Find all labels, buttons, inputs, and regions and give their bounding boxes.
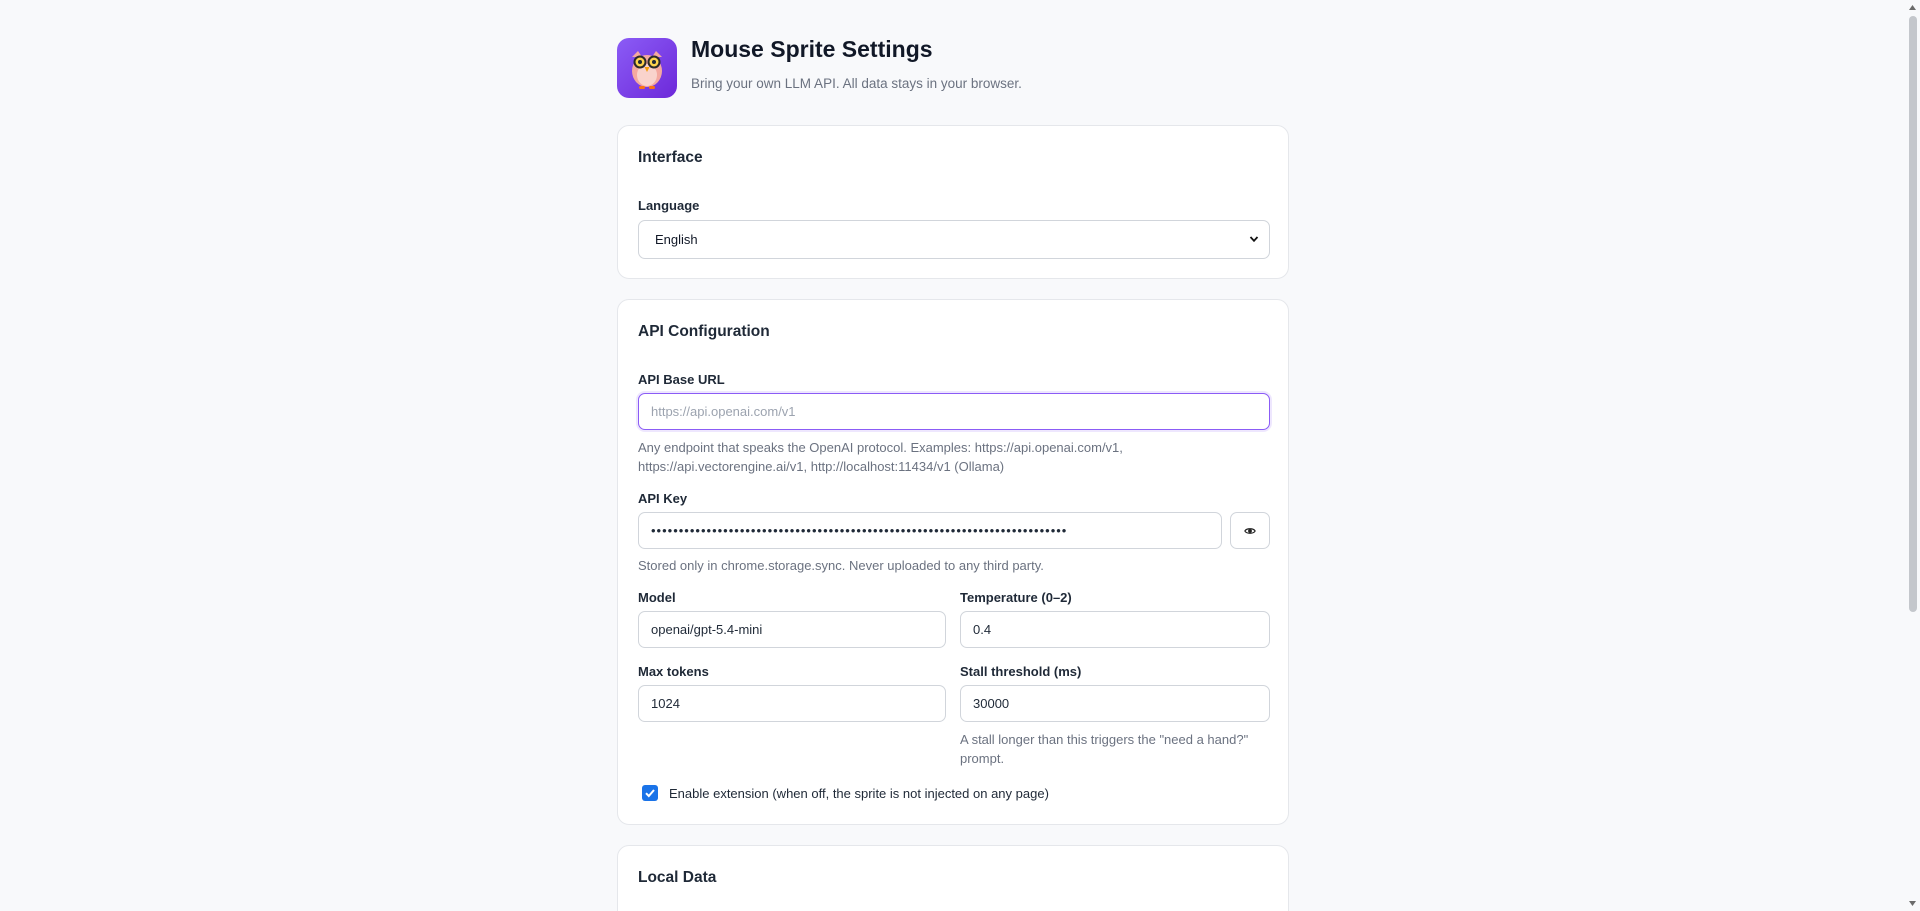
toggle-key-visibility-button[interactable] bbox=[1230, 512, 1270, 549]
stall-threshold-input[interactable] bbox=[960, 685, 1270, 722]
temperature-label: Temperature (0–2) bbox=[960, 590, 1072, 605]
page-title: Mouse Sprite Settings bbox=[691, 36, 933, 62]
scrollbar-thumb[interactable] bbox=[1909, 16, 1917, 612]
api-config-card: API Configuration API Base URL Any endpo… bbox=[617, 299, 1289, 825]
api-key-help: Stored only in chrome.storage.sync. Neve… bbox=[638, 558, 1044, 573]
scroll-down-arrow-icon[interactable] bbox=[1908, 899, 1917, 908]
page-subtitle: Bring your own LLM API. All data stays i… bbox=[691, 76, 1022, 91]
model-input[interactable] bbox=[638, 611, 946, 648]
page-scrollbar[interactable] bbox=[1905, 0, 1920, 911]
interface-card: Interface Language English bbox=[617, 125, 1289, 279]
base-url-help-line-2: https://api.vectorengine.ai/v1, http://l… bbox=[638, 459, 1005, 474]
stall-threshold-label: Stall threshold (ms) bbox=[960, 664, 1082, 679]
base-url-input[interactable] bbox=[638, 393, 1270, 430]
scroll-up-arrow-icon[interactable] bbox=[1908, 3, 1917, 12]
max-tokens-input[interactable] bbox=[638, 685, 946, 722]
language-label: Language bbox=[638, 198, 700, 213]
stall-threshold-help: A stall longer than this triggers the "n… bbox=[960, 730, 1270, 768]
owl-icon bbox=[617, 38, 677, 98]
settings-page: Mouse Sprite Settings Bring your own LLM… bbox=[617, 0, 1289, 911]
checkmark-icon bbox=[645, 789, 655, 798]
page-header: Mouse Sprite Settings Bring your own LLM… bbox=[617, 0, 1289, 125]
stall-help-line-1: A stall longer than this triggers the "n… bbox=[960, 732, 1249, 747]
model-label: Model bbox=[638, 590, 676, 605]
local-data-card: Local Data bbox=[617, 845, 1289, 911]
base-url-help: Any endpoint that speaks the OpenAI prot… bbox=[638, 438, 1270, 476]
stall-help-line-2: prompt. bbox=[960, 751, 1005, 766]
local-data-section-title: Local Data bbox=[638, 869, 717, 886]
base-url-help-line-1: Any endpoint that speaks the OpenAI prot… bbox=[638, 440, 1123, 455]
chevron-down-icon bbox=[1249, 236, 1259, 243]
api-section-title: API Configuration bbox=[638, 323, 770, 340]
enable-extension-label[interactable]: Enable extension (when off, the sprite i… bbox=[669, 786, 1049, 801]
eye-icon bbox=[1244, 527, 1256, 534]
language-select-value: English bbox=[655, 232, 698, 247]
max-tokens-label: Max tokens bbox=[638, 664, 709, 679]
temperature-input[interactable] bbox=[960, 611, 1270, 648]
interface-section-title: Interface bbox=[638, 149, 703, 166]
language-select[interactable]: English bbox=[638, 220, 1270, 259]
enable-extension-checkbox[interactable] bbox=[642, 785, 658, 801]
base-url-label: API Base URL bbox=[638, 372, 725, 387]
api-key-input[interactable] bbox=[638, 512, 1222, 549]
api-key-label: API Key bbox=[638, 491, 688, 506]
